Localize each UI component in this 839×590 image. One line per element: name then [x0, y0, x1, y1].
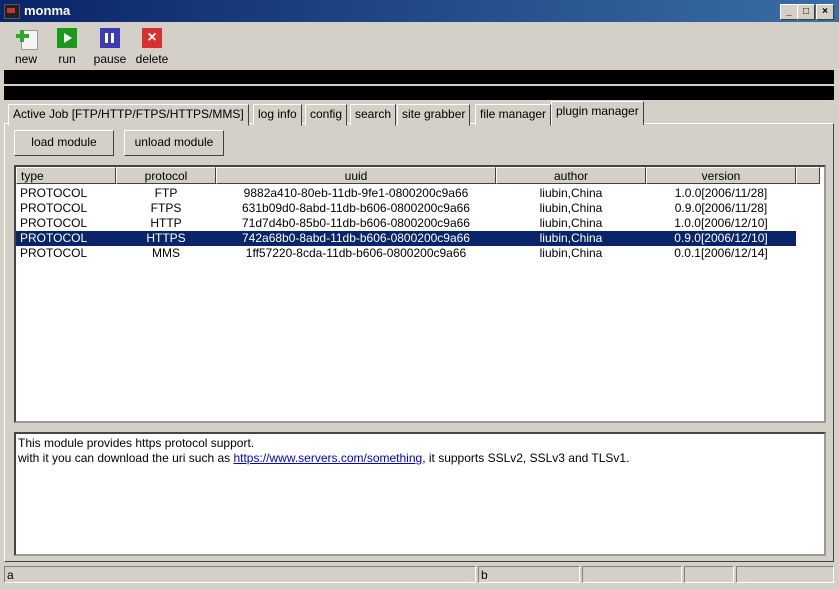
cell-type: PROTOCOL [20, 231, 88, 245]
column-header-version[interactable]: version [646, 167, 796, 184]
cell-uuid: 9882a410-80eb-11db-9fe1-0800200c9a66 [243, 186, 469, 200]
cell-version: 1.0.0[2006/11/28] [674, 186, 768, 200]
cell-version: 1.0.0[2006/12/10] [674, 216, 768, 230]
description-line-1: This module provides https protocol supp… [18, 436, 255, 450]
table-row[interactable]: PROTOCOL FTPS 631b09d0-8abd-11db-b606-0800… [16, 201, 796, 216]
module-description: This module provides https protocol supp… [14, 432, 826, 556]
table-row[interactable]: PROTOCOL HTTPS 742a68b0-8abd-11db-b606-080… [16, 231, 796, 246]
status-panel-a: a [4, 566, 476, 583]
unload-module-button[interactable]: unload module [124, 130, 224, 156]
cell-author: liubin,China [539, 186, 603, 200]
cell-protocol: HTTPS [146, 231, 186, 245]
status-panel-5 [736, 566, 834, 583]
cell-uuid: 1ff57220-8cda-11db-b606-0800200c9a66 [245, 246, 467, 260]
status-panel-4 [684, 566, 734, 583]
new-label: new [14, 52, 37, 66]
cell-protocol: HTTP [150, 216, 182, 230]
delete-label: delete [135, 52, 169, 66]
minimize-button[interactable]: _ [780, 4, 798, 20]
status-panel-b: b [478, 566, 580, 583]
tab-config[interactable]: config [305, 104, 348, 126]
column-header-filler [796, 167, 820, 184]
cell-type: PROTOCOL [20, 246, 88, 260]
tab-search[interactable]: search [350, 104, 397, 126]
title-bar[interactable] [0, 0, 839, 22]
tab-log-info[interactable]: log info [253, 104, 302, 126]
tab-site-grabber[interactable]: site grabber [397, 104, 471, 126]
maximize-button[interactable]: □ [797, 4, 815, 20]
new-button[interactable]: new [10, 28, 42, 70]
pause-icon [100, 28, 120, 48]
status-panel-3 [582, 566, 682, 583]
column-header-type[interactable]: type [16, 167, 116, 184]
example-uri-link[interactable]: https://www.servers.com/something [233, 451, 422, 465]
close-button[interactable]: × [816, 4, 834, 20]
description-suffix: , it supports SSLv2, SSLv3 and TLSv1. [422, 451, 630, 465]
cell-author: liubin,China [539, 246, 603, 260]
banner-divider [4, 84, 834, 86]
description-prefix: with it you can download the uri such as [18, 451, 234, 465]
table-row[interactable]: PROTOCOL FTP 9882a410-80eb-11db-9fe1-08002… [16, 186, 796, 201]
column-header-author[interactable]: author [496, 167, 646, 184]
column-header-protocol[interactable]: protocol [116, 167, 216, 184]
delete-button[interactable]: × delete [132, 28, 172, 70]
delete-x-icon: × [142, 28, 162, 48]
cell-version: 0.9.0[2006/12/10] [674, 231, 768, 245]
cell-author: liubin,China [539, 216, 603, 230]
tab-active-job[interactable]: Active Job [FTP/HTTP/FTPS/HTTPS/MMS] [8, 104, 249, 126]
table-row[interactable]: PROTOCOL MMS 1ff57220-8cda-11db-b606-08002… [16, 246, 796, 261]
cell-protocol: FTP [154, 186, 178, 200]
tab-plugin-manager[interactable]: plugin manager [551, 101, 644, 125]
cell-author: liubin,China [539, 201, 603, 215]
cell-author: liubin,China [539, 231, 603, 245]
cell-uuid: 71d7d4b0-85b0-11db-b606-0800200c9a66 [242, 216, 470, 230]
pause-label: pause [93, 52, 127, 66]
cell-uuid: 742a68b0-8abd-11db-b606-0800200c9a66 [242, 231, 470, 245]
column-header-uuid[interactable]: uuid [216, 167, 496, 184]
cell-uuid: 631b09d0-8abd-11db-b606-0800200c9a66 [242, 201, 470, 215]
window-title: monma [24, 3, 71, 18]
app-icon [4, 4, 20, 19]
cell-protocol: MMS [152, 246, 180, 260]
table-row[interactable]: PROTOCOL HTTP 71d7d4b0-85b0-11db-b606-0800… [16, 216, 796, 231]
cell-type: PROTOCOL [20, 186, 88, 200]
load-module-button[interactable]: load module [14, 130, 114, 156]
cell-type: PROTOCOL [20, 216, 88, 230]
cell-version: 0.0.1[2006/12/14] [674, 246, 768, 260]
play-icon [57, 28, 77, 48]
tab-file-manager[interactable]: file manager [475, 104, 552, 126]
cell-type: PROTOCOL [20, 201, 88, 215]
cell-version: 0.9.0[2006/11/28] [674, 201, 768, 215]
plus-page-icon [16, 28, 38, 50]
run-label: run [58, 52, 76, 66]
run-button[interactable]: run [52, 28, 82, 70]
cell-protocol: FTPS [150, 201, 182, 215]
pause-button[interactable]: pause [92, 28, 128, 70]
